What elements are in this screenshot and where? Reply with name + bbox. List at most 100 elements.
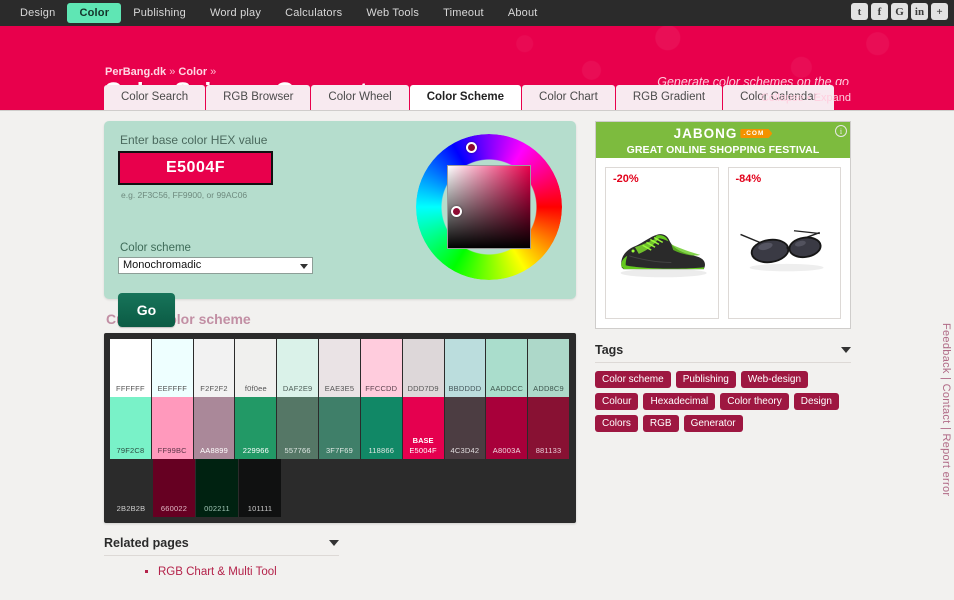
related-page-link[interactable]: RGB Chart & Multi Tool: [158, 564, 576, 580]
color-swatch[interactable]: EAE3E5: [319, 339, 360, 397]
tag-item[interactable]: Web-design: [741, 371, 808, 388]
color-swatch[interactable]: 660022: [153, 459, 195, 517]
color-swatch[interactable]: AADDCC: [486, 339, 527, 397]
ad-discount-badge: -20%: [613, 173, 711, 185]
color-swatch[interactable]: f0f0ee: [235, 339, 276, 397]
ad-info-icon[interactable]: i: [835, 125, 847, 137]
related-pages-title: Related pages: [104, 536, 189, 550]
twitter-icon[interactable]: t: [851, 3, 868, 20]
color-swatch[interactable]: F2F2F2: [194, 339, 235, 397]
color-swatch[interactable]: 101111: [239, 459, 281, 517]
nav-item-design[interactable]: Design: [8, 3, 67, 23]
swatch-hex-label: 557766: [285, 446, 311, 456]
ad-card[interactable]: -20%: [605, 167, 719, 319]
color-wheel-picker[interactable]: [416, 134, 562, 280]
tab-rgb-browser[interactable]: RGB Browser: [206, 85, 310, 110]
swatch-hex-label: DAF2E9: [283, 384, 313, 394]
nav-item-timeout[interactable]: Timeout: [431, 3, 496, 23]
color-swatch[interactable]: EEFFFF: [152, 339, 193, 397]
color-swatch[interactable]: 881133: [528, 397, 569, 459]
color-swatch[interactable]: 3F7F69: [319, 397, 360, 459]
nav-item-about[interactable]: About: [496, 3, 550, 23]
go-button[interactable]: Go: [118, 293, 175, 327]
swatch-hex-label: ADD8C9: [533, 384, 564, 394]
tab-color-wheel[interactable]: Color Wheel: [311, 85, 408, 110]
color-swatch[interactable]: AA8899: [194, 397, 235, 459]
google-icon[interactable]: G: [891, 3, 908, 20]
page-header-banner: PerBang.dk » Color » Color Scheme Genera…: [0, 26, 954, 85]
tab-color-scheme[interactable]: Color Scheme: [410, 85, 521, 110]
tab-list: Color SearchRGB BrowserColor WheelColor …: [104, 85, 835, 110]
nav-item-publishing[interactable]: Publishing: [121, 3, 198, 23]
hex-input[interactable]: E5004F: [118, 151, 273, 185]
collapse-expand-control[interactable]: Collapse • Expand: [761, 92, 851, 104]
color-swatch[interactable]: FFCCDD: [361, 339, 402, 397]
chevron-down-icon[interactable]: [329, 540, 339, 546]
color-swatch[interactable]: ADD8C9: [528, 339, 569, 397]
advertisement-panel[interactable]: JABONG .COM GREAT ONLINE SHOPPING FESTIV…: [595, 121, 851, 329]
tag-item[interactable]: Color scheme: [595, 371, 671, 388]
swatch-hex-label: 3F7F69: [326, 446, 353, 456]
tag-item[interactable]: Publishing: [676, 371, 736, 388]
breadcrumb-site[interactable]: PerBang.dk: [105, 66, 166, 78]
facebook-icon[interactable]: f: [871, 3, 888, 20]
page-body: Enter base color HEX value E5004F e.g. 2…: [0, 111, 954, 600]
related-pages-list: RGB Chart & Multi Tool: [118, 564, 576, 580]
tag-item[interactable]: Design: [794, 393, 839, 410]
nav-item-color[interactable]: Color: [67, 3, 121, 23]
color-swatch[interactable]: FFFFFF: [110, 339, 151, 397]
saturation-value-handle[interactable]: [451, 206, 462, 217]
tag-item[interactable]: Colour: [595, 393, 638, 410]
swatch-hex-label: AA8899: [200, 446, 228, 456]
color-swatch[interactable]: 118866: [361, 397, 402, 459]
tag-item[interactable]: Color theory: [720, 393, 788, 410]
swatch-hex-label: BBDDDD: [448, 384, 481, 394]
color-swatch[interactable]: 557766: [277, 397, 318, 459]
color-swatch[interactable]: 4C3D42: [445, 397, 486, 459]
breadcrumb-section[interactable]: Color: [178, 66, 207, 78]
main-right-column: JABONG .COM GREAT ONLINE SHOPPING FESTIV…: [595, 121, 851, 432]
chevron-down-icon[interactable]: [841, 347, 851, 353]
feedback-rail[interactable]: Feedback | Contact | Report error: [934, 323, 952, 496]
swatch-hex-label: 660022: [161, 504, 187, 514]
nav-item-web-tools[interactable]: Web Tools: [354, 3, 431, 23]
color-swatch[interactable]: 229966: [235, 397, 276, 459]
linkedin-icon[interactable]: in: [911, 3, 928, 20]
color-swatch[interactable]: DAF2E9: [277, 339, 318, 397]
tag-item[interactable]: Hexadecimal: [643, 393, 715, 410]
color-swatch[interactable]: DDD7D9: [403, 339, 444, 397]
tag-item[interactable]: RGB: [643, 415, 679, 432]
scheme-select[interactable]: Monochromadic: [118, 257, 313, 274]
swatch-hex-label: E5004F: [409, 446, 436, 456]
tab-color-search[interactable]: Color Search: [104, 85, 205, 110]
ad-header: JABONG .COM GREAT ONLINE SHOPPING FESTIV…: [596, 122, 850, 158]
nav-item-word-play[interactable]: Word play: [198, 3, 273, 23]
ad-subtitle: GREAT ONLINE SHOPPING FESTIVAL: [596, 144, 850, 156]
ad-card[interactable]: -84%: [728, 167, 842, 319]
scheme-select-value: Monochromadic: [123, 259, 201, 271]
running-shoe-image: [612, 192, 712, 310]
swatch-hex-label: FFFFFF: [116, 384, 145, 394]
color-swatch[interactable]: FF99BC: [152, 397, 193, 459]
tab-rgb-gradient[interactable]: RGB Gradient: [616, 85, 722, 110]
swatch-hex-label: FF99BC: [158, 446, 187, 456]
related-pages-header[interactable]: Related pages: [104, 536, 339, 556]
tag-item[interactable]: Generator: [684, 415, 743, 432]
color-swatch[interactable]: 79F2C8: [110, 397, 151, 459]
swatch-hex-label: DDD7D9: [407, 384, 438, 394]
nav-item-calculators[interactable]: Calculators: [273, 3, 354, 23]
header-tagline: Generate color schemes on the go: [657, 75, 849, 85]
breadcrumb-separator-2: »: [207, 66, 216, 78]
color-swatch[interactable]: BASEE5004F: [403, 397, 444, 459]
color-swatch[interactable]: BBDDDD: [445, 339, 486, 397]
color-swatch[interactable]: 2B2B2B: [110, 459, 152, 517]
swatch-hex-label: 118866: [368, 446, 394, 456]
chevron-down-icon: [300, 264, 308, 269]
share-plus-icon[interactable]: +: [931, 3, 948, 20]
hue-handle[interactable]: [466, 142, 477, 153]
tags-header[interactable]: Tags: [595, 343, 851, 363]
tag-item[interactable]: Colors: [595, 415, 638, 432]
color-swatch[interactable]: 002211: [196, 459, 238, 517]
color-swatch[interactable]: A8003A: [486, 397, 527, 459]
tab-color-chart[interactable]: Color Chart: [522, 85, 615, 110]
